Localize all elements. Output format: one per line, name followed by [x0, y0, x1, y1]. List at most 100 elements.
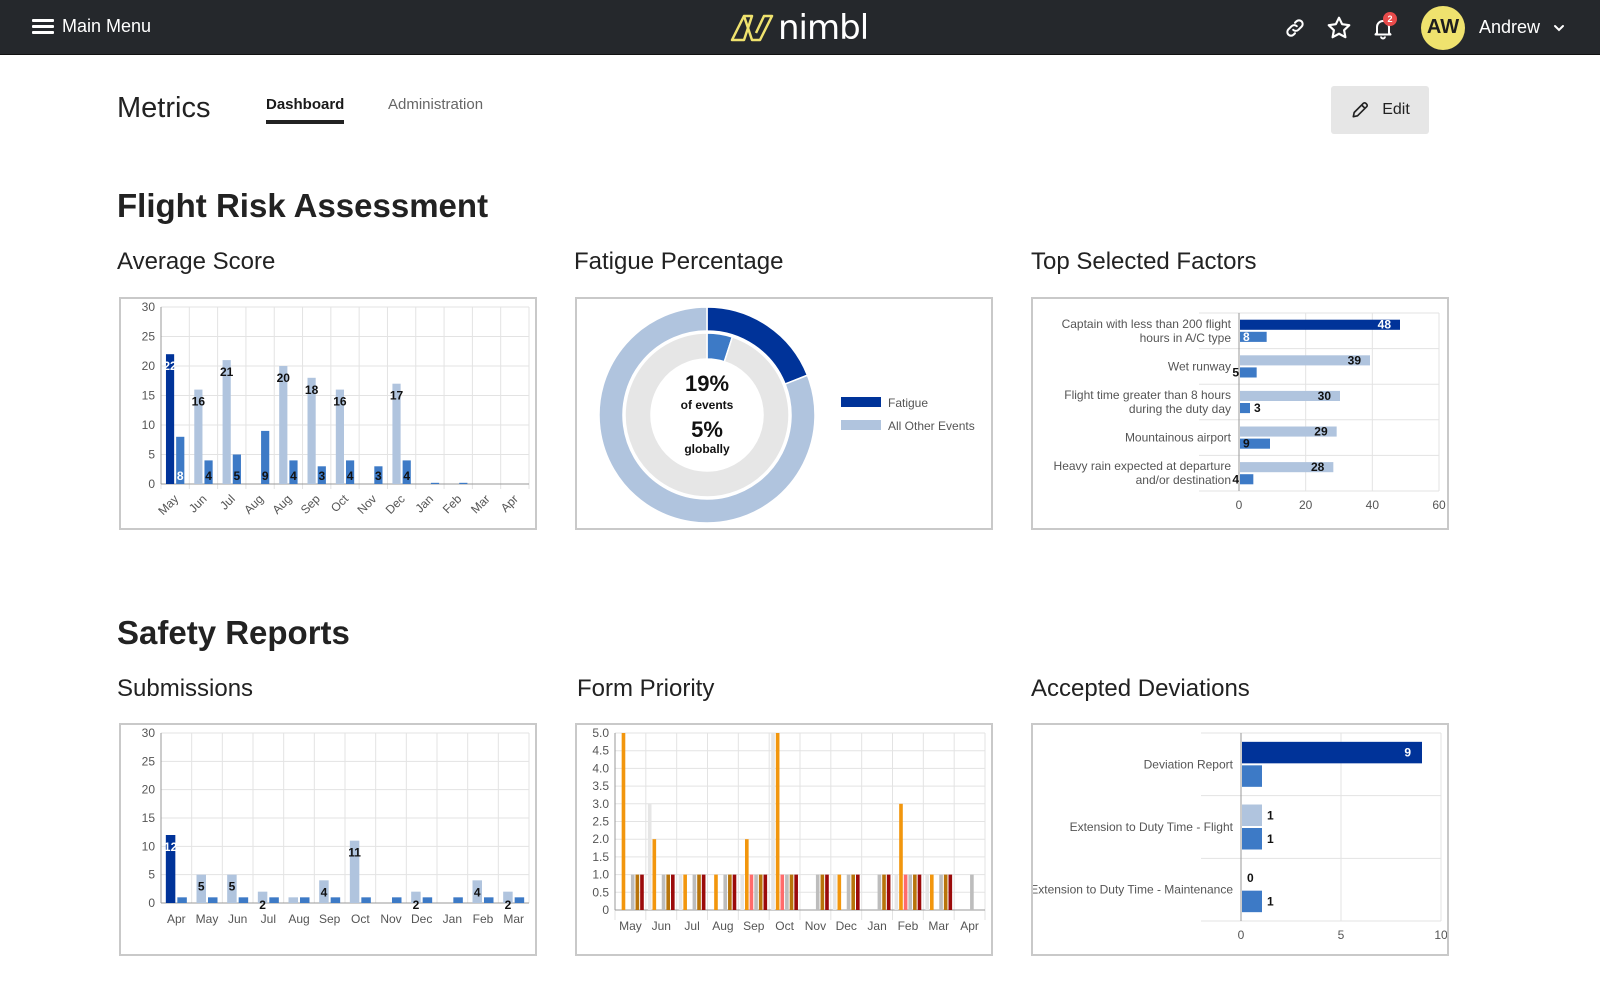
x-tick-label: Aug: [270, 492, 295, 517]
bar-s1: [678, 874, 683, 910]
page-title: Metrics: [117, 92, 211, 124]
form-priority-chart: 0 0.5 1.0 1.5 2.0 2.5 3.0 3.5 4.0 4.5 5.0 May Jun Jul…: [592, 726, 986, 933]
bar-s1: [740, 874, 744, 910]
bar-secondary: [300, 897, 310, 903]
category-label: Extension to Duty Time - Flight: [1070, 820, 1234, 834]
bar-secondary: [484, 897, 494, 903]
chart-panel-top-factors: 0 20 40 60 Captain with less than 200 flight…: [1031, 297, 1449, 530]
bar-s5: [913, 874, 917, 910]
bar-data-label: 18: [305, 383, 319, 397]
bar-s3: [780, 874, 785, 910]
bar-data-label: 9: [262, 469, 269, 483]
x-tick-label: Jan: [867, 919, 886, 933]
tab-administration[interactable]: Administration: [388, 96, 483, 113]
chart-title-fatigue: Fatigue Percentage: [574, 248, 784, 275]
bar-s1: [771, 733, 775, 910]
bar-secondary: [208, 897, 218, 903]
bar-count: [430, 482, 440, 484]
bar-s1: [894, 874, 899, 910]
x-tick-label: Jul: [217, 492, 238, 513]
chart-title-average-score: Average Score: [117, 248, 276, 275]
bar-data-label: 2: [413, 898, 420, 912]
x-tick-label: Aug: [712, 919, 733, 933]
favorites-button[interactable]: [1319, 8, 1359, 48]
bar-s2: [930, 874, 934, 910]
notifications-button[interactable]: 2: [1363, 8, 1403, 48]
bar-data-label: 39: [1348, 353, 1362, 367]
y-tick-label: 20: [142, 359, 156, 373]
user-avatar[interactable]: AW: [1420, 5, 1465, 50]
chevron-down-icon[interactable]: [1552, 21, 1566, 35]
y-tick-label: 2.0: [592, 832, 609, 846]
y-tick-label: 3.0: [592, 797, 609, 811]
x-tick-label: Jun: [652, 919, 671, 933]
user-name[interactable]: Andrew: [1479, 17, 1540, 38]
category-label: Captain with less than 200 flight: [1062, 317, 1232, 331]
x-tick-label: Apr: [498, 492, 521, 515]
submissions-chart: 05101520253012Apr5May5Jun2Jul Aug4Sep11Oc…: [142, 726, 530, 926]
bar-data-label: 29: [1314, 425, 1328, 439]
category-label: Heavy rain expected at departure: [1054, 459, 1232, 473]
tab-dashboard[interactable]: Dashboard: [266, 96, 345, 124]
bar-data-label: 5: [229, 880, 236, 894]
bar-s6: [640, 874, 644, 910]
y-tick-label: 1.5: [592, 850, 609, 864]
x-tick-label: Dec: [383, 492, 408, 517]
chart-panel-average-score: 0 5 10 15 20 25 30 22 8 May 16 4 Jun 21 5 Jul 9 Aug 20 4 Aug…: [119, 297, 537, 530]
brand-logo[interactable]: nimbl: [730, 8, 869, 48]
bar-primary: [288, 897, 298, 903]
bar-s4: [877, 874, 882, 910]
x-tick-label: Nov: [354, 492, 379, 517]
x-tick-label: Jan: [443, 912, 462, 926]
bar-data-label: 5: [1232, 365, 1239, 379]
bar-data-label: 30: [1318, 389, 1332, 403]
bar-secondary: [269, 897, 279, 903]
y-tick-label: 2.5: [592, 815, 609, 829]
x-tick-label: May: [155, 492, 181, 518]
bar-s6: [825, 874, 829, 910]
bar-data-label: 22: [163, 359, 177, 373]
x-tick-label: Mar: [468, 492, 493, 517]
bar-data-label: 5: [234, 469, 241, 483]
bar-s1: [647, 803, 652, 910]
legend-label: Fatigue: [888, 396, 928, 410]
x-tick-label: Mar: [503, 912, 524, 926]
bar-s6: [856, 874, 860, 910]
main-menu-button[interactable]: Main Menu: [32, 16, 151, 37]
chart-panel-form-priority: 0 0.5 1.0 1.5 2.0 2.5 3.0 3.5 4.0 4.5 5.0 May Jun Jul…: [575, 723, 993, 956]
category-label: Extension to Duty Time - Maintenance: [1033, 883, 1233, 897]
bar-data-label: 17: [390, 389, 404, 403]
x-tick-label: Oct: [328, 491, 352, 515]
x-tick-label: Sep: [319, 912, 341, 926]
link-button[interactable]: [1275, 8, 1315, 48]
edit-button[interactable]: Edit: [1331, 86, 1429, 134]
category-label: Flight time greater than 8 hours: [1064, 388, 1231, 402]
bar-s6: [671, 874, 675, 910]
bar-s4: [908, 874, 913, 910]
center-pct-events: 19%: [685, 371, 729, 396]
x-tick-label: Jun: [228, 912, 247, 926]
chart-title-accepted-deviations: Accepted Deviations: [1031, 675, 1250, 702]
bar-data-label: 12: [164, 840, 178, 854]
x-tick-label: Feb: [898, 919, 919, 933]
bar-secondary: [1240, 403, 1250, 414]
top-factors-chart: 0 20 40 60 Captain with less than 200 flight…: [1054, 312, 1446, 512]
bar-data-label: 16: [333, 395, 347, 409]
bar-secondary: [422, 897, 433, 903]
y-tick-label: 1.0: [592, 868, 609, 882]
x-tick-label: Jun: [186, 492, 210, 516]
bar-data-label: 4: [474, 885, 481, 899]
x-tick-label: Dec: [411, 912, 432, 926]
x-tick-label: Oct: [775, 919, 794, 933]
bar-data-label: 5: [198, 880, 205, 894]
bar-s5: [882, 874, 886, 910]
y-tick-label: 30: [142, 726, 156, 740]
bar-data-label: 9: [1243, 437, 1250, 451]
category-label: and/or destination: [1136, 473, 1231, 487]
bar-data-label: 8: [1243, 330, 1250, 344]
chart-panel-submissions: 0 5 10 15 20 25 30 12 Apr 5 May 5 Jun 2 Jul Aug 4 Sep 11 Oc…: [119, 723, 537, 956]
x-tick-label: Aug: [288, 912, 309, 926]
bar-s5: [697, 874, 701, 910]
bar-s6: [948, 874, 953, 910]
bar-secondary: [1240, 474, 1254, 485]
